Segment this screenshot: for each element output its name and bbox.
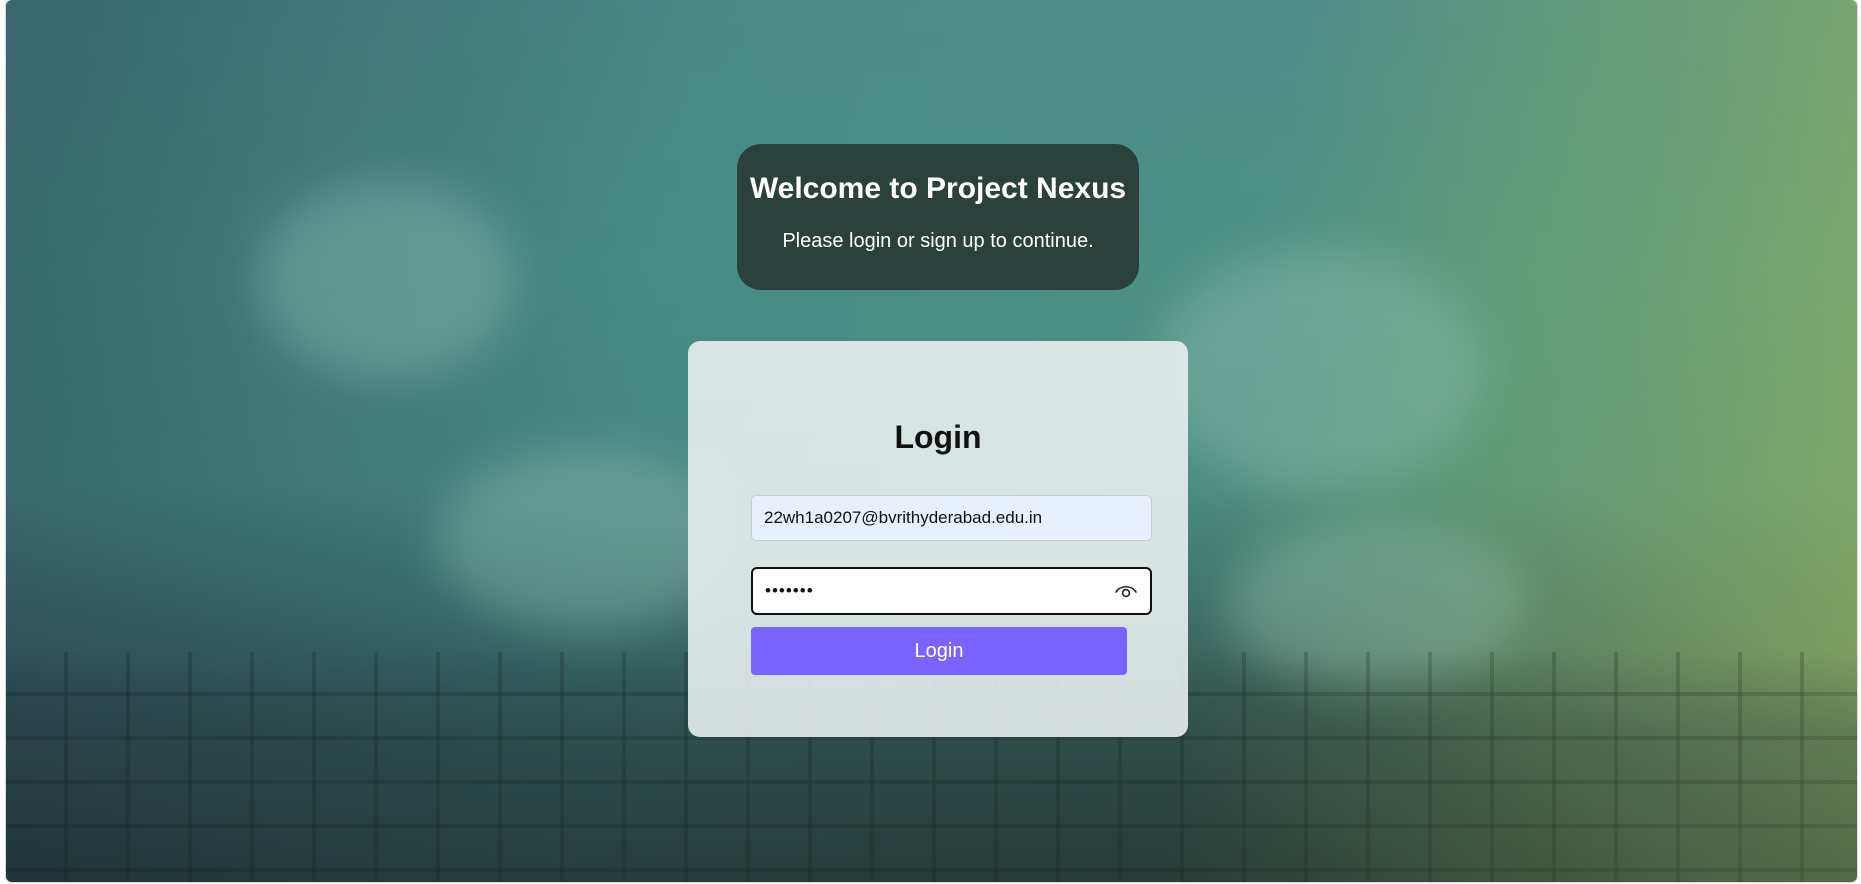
email-field[interactable] bbox=[751, 495, 1152, 541]
welcome-subtitle: Please login or sign up to continue. bbox=[782, 230, 1094, 252]
password-field[interactable] bbox=[751, 567, 1152, 615]
background-photo: Welcome to Project Nexus Please login or… bbox=[6, 0, 1857, 882]
password-field-wrapper bbox=[751, 567, 1152, 615]
welcome-title: Welcome to Project Nexus bbox=[749, 172, 1127, 205]
login-card: Login Login bbox=[688, 341, 1188, 737]
background-blur-shape bbox=[256, 180, 516, 380]
login-button[interactable]: Login bbox=[751, 627, 1127, 675]
background-blur-shape bbox=[1156, 250, 1486, 490]
welcome-card: Welcome to Project Nexus Please login or… bbox=[737, 144, 1139, 290]
eye-icon[interactable] bbox=[1114, 580, 1138, 602]
login-title: Login bbox=[894, 419, 982, 455]
